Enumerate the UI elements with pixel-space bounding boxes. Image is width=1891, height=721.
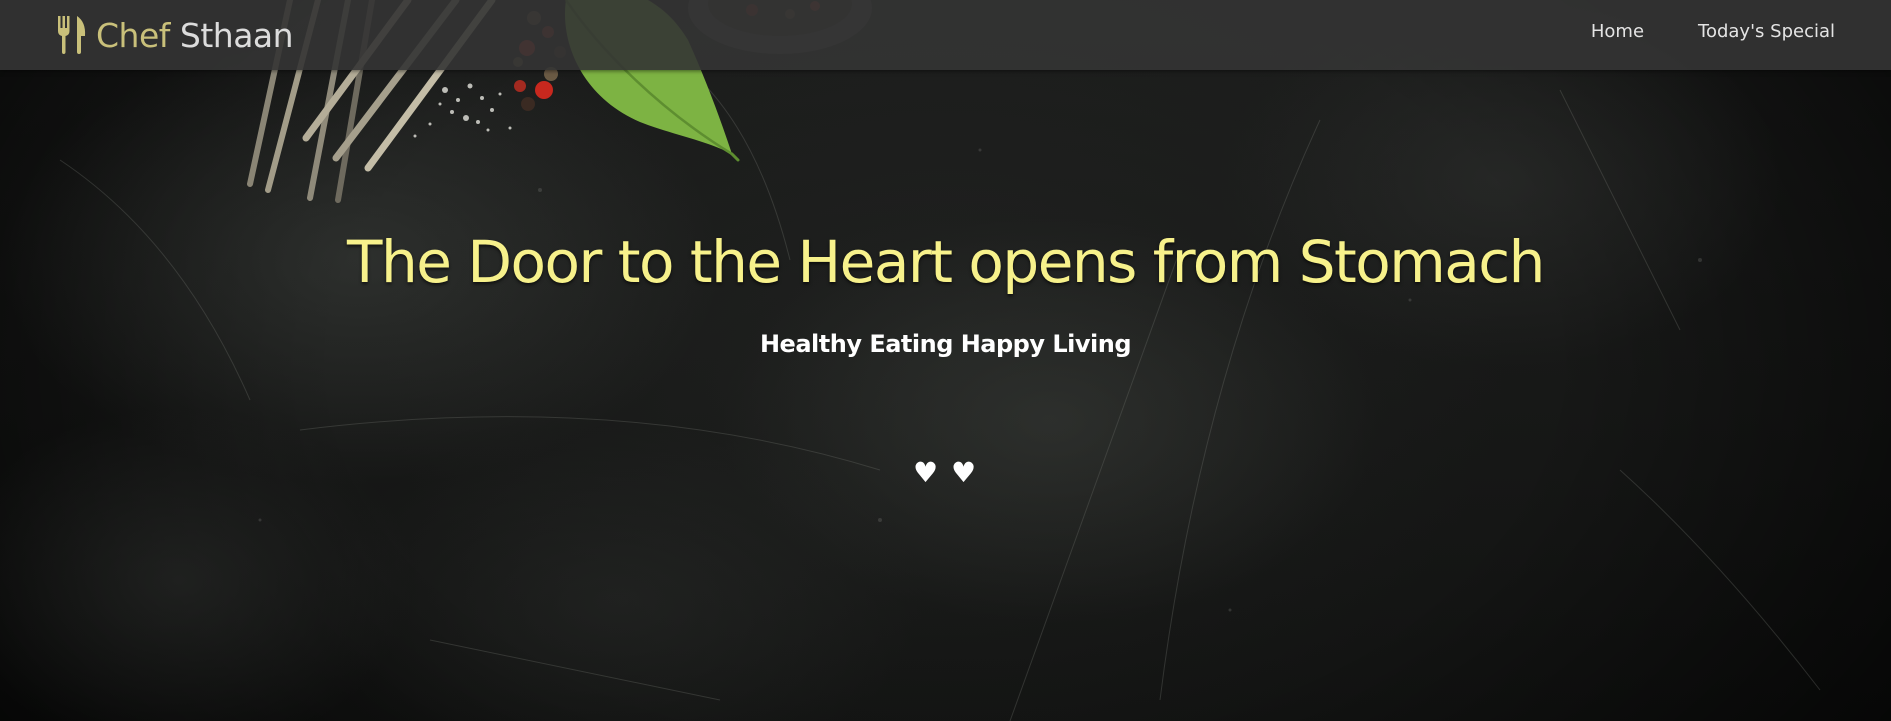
nav-links: Home Today's Special — [1537, 0, 1835, 62]
fork-knife-icon — [58, 16, 86, 54]
hearts-decoration: ♥ ♥ — [912, 456, 979, 489]
brand-logo-link[interactable]: Chef Sthaan — [56, 12, 294, 58]
nav-link-home[interactable]: Home — [1591, 21, 1644, 42]
brand-name-second: Sthaan — [179, 15, 294, 55]
nav-link-todays-special[interactable]: Today's Special — [1698, 21, 1835, 42]
hero-background-image — [59, 0, 1821, 721]
brand-name-first: Chef — [96, 15, 170, 55]
top-navbar: Chef Sthaan Home Today's Special — [0, 0, 1891, 70]
hero-headline: The Door to the Heart opens from Stomach — [347, 228, 1545, 296]
hero-tagline: Healthy Eating Happy Living — [759, 330, 1132, 358]
hero-section — [0, 0, 1891, 721]
